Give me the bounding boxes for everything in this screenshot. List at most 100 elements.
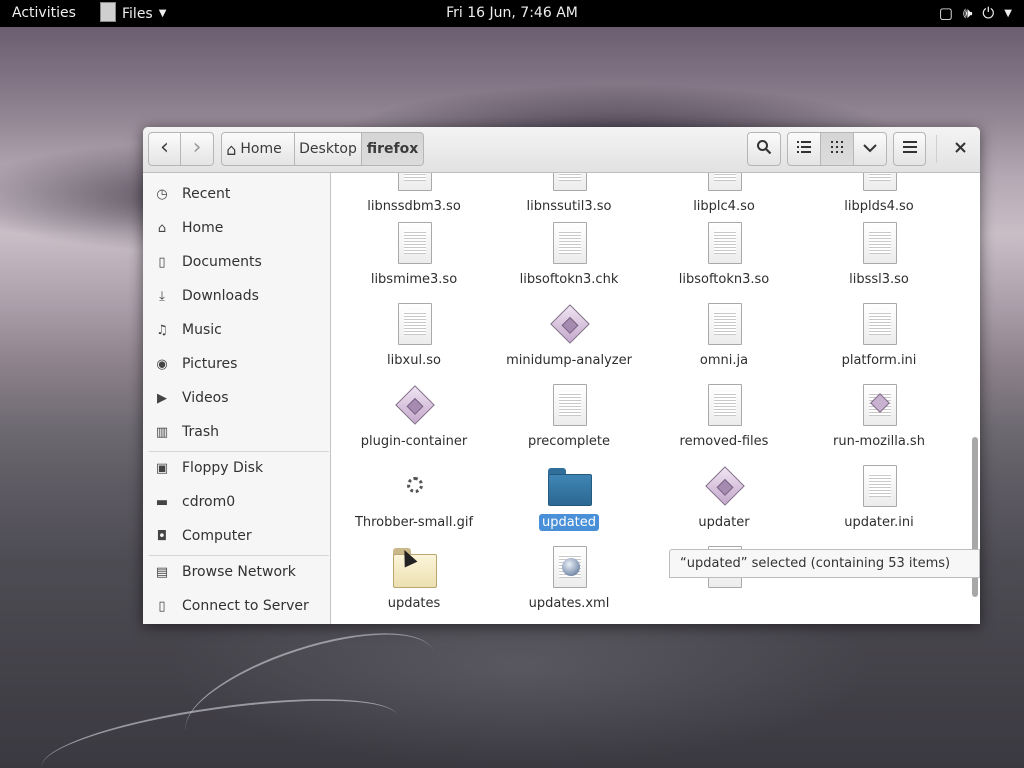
network-icon: ▤ <box>155 564 169 580</box>
executable-icon <box>545 301 593 349</box>
home-icon: ⌂ <box>226 139 237 159</box>
executable-icon-part <box>395 385 435 425</box>
sidebar-item-pictures[interactable]: ◉ Pictures <box>143 349 330 379</box>
sidebar-item-documents[interactable]: ▯ Documents <box>143 247 330 277</box>
sidebar-item-connect-to-server[interactable]: ▯ Connect to Server <box>143 591 330 621</box>
sidebar-item-home[interactable]: ⌂ Home <box>143 213 330 243</box>
activities-button[interactable]: Activities <box>12 5 76 21</box>
document-icon <box>390 220 438 268</box>
file-item[interactable]: run-mozilla.sh <box>804 382 954 450</box>
sidebar-item-cdrom0[interactable]: ▬ cdrom0 <box>143 487 330 517</box>
system-status-area[interactable]: ▢ 🕪 ⏻ ▼ <box>939 4 1012 22</box>
document-icon <box>855 301 903 349</box>
file-item[interactable]: libsoftokn3.chk <box>494 220 644 288</box>
breadcrumb-home[interactable]: ⌂ Home <box>221 132 295 166</box>
file-name: libplds4.so <box>844 199 914 214</box>
sidebar-item-videos[interactable]: ▶ Videos <box>143 383 330 413</box>
search-button[interactable] <box>747 132 781 166</box>
menu-button[interactable] <box>893 132 926 166</box>
back-button[interactable]: ‹ <box>148 132 181 166</box>
chevron-down-icon: ▼ <box>158 8 167 19</box>
document-icon-part <box>398 222 432 264</box>
sidebar-item-downloads[interactable]: ⤓ Downloads <box>143 281 330 311</box>
top-bar: Activities Files ▼ Fri 16 Jun, 7:46 AM ▢… <box>0 0 1024 27</box>
file-name: run-mozilla.sh <box>833 434 925 449</box>
sidebar-item-computer[interactable]: ◘ Computer <box>143 521 330 551</box>
sidebar-item-trash[interactable]: ▥ Trash <box>143 417 330 447</box>
header-bar: ‹ › ⌂ Home Desktop firefox <box>143 127 980 173</box>
breadcrumb-firefox[interactable]: firefox <box>362 132 424 166</box>
document-icon <box>700 382 748 430</box>
file-item[interactable]: Throbber-small.gif <box>339 463 489 531</box>
file-item[interactable]: precomplete <box>494 382 644 450</box>
forward-arrow-icon: › <box>192 134 202 160</box>
file-item[interactable]: removed-files <box>649 382 799 450</box>
file-name: libxul.so <box>387 353 441 368</box>
document-icon-part <box>708 173 742 191</box>
close-button[interactable] <box>943 132 977 166</box>
header-separator <box>936 135 937 163</box>
file-item[interactable]: libplds4.so <box>804 173 954 215</box>
list-view-icon <box>797 141 811 157</box>
file-name: libsoftokn3.chk <box>519 272 619 287</box>
file-item[interactable]: platform.ini <box>804 301 954 369</box>
breadcrumb-label: firefox <box>366 141 419 157</box>
document-icon <box>700 301 748 349</box>
file-item[interactable]: libplc4.so <box>649 173 799 215</box>
file-item[interactable]: libsoftokn3.so <box>649 220 799 288</box>
throbber-icon-part <box>407 477 423 493</box>
executable-icon-part <box>705 466 745 506</box>
computer-icon: ◘ <box>156 528 168 544</box>
sidebar-item-label: Connect to Server <box>182 598 309 614</box>
file-name: updated <box>538 514 600 531</box>
list-view-button[interactable] <box>787 132 821 166</box>
forward-button[interactable]: › <box>181 132 214 166</box>
file-name: updates <box>387 596 441 611</box>
file-item[interactable]: libxul.so <box>339 301 489 369</box>
sidebar-item-music[interactable]: ♫ Music <box>143 315 330 345</box>
file-name: platform.ini <box>841 353 917 368</box>
throbber-icon <box>390 463 438 511</box>
file-item[interactable]: minidump-analyzer <box>494 301 644 369</box>
document-icon-part <box>398 303 432 345</box>
document-icon <box>855 173 903 195</box>
file-name: minidump-analyzer <box>506 353 632 368</box>
sidebar-item-label: Browse Network <box>182 564 296 580</box>
document-icon-part <box>863 303 897 345</box>
app-menu[interactable]: Files ▼ <box>100 2 167 22</box>
file-item[interactable]: plugin-container <box>339 382 489 450</box>
sidebar-item-floppy-disk[interactable]: ▣ Floppy Disk <box>143 453 330 483</box>
document-icon <box>855 220 903 268</box>
file-item[interactable]: updates.xml <box>494 544 644 612</box>
file-item[interactable]: libsmime3.so <box>339 220 489 288</box>
view-options-button[interactable] <box>854 132 887 166</box>
music-icon: ♫ <box>156 322 168 338</box>
file-item[interactable]: libssl3.so <box>804 220 954 288</box>
file-name: omni.ja <box>699 353 749 368</box>
sidebar-item-recent[interactable]: ◷ Recent <box>143 179 330 209</box>
files-window: ‹ › ⌂ Home Desktop firefox ◷ Recent ⌂ Ho… <box>143 127 980 624</box>
sidebar-item-browse-network[interactable]: ▤ Browse Network <box>143 557 330 587</box>
file-name: libsmime3.so <box>370 272 458 287</box>
sidebar-item-label: Recent <box>182 186 231 202</box>
file-name: libnssdbm3.so <box>367 199 461 214</box>
grid-view-button[interactable] <box>821 132 854 166</box>
breadcrumb-desktop[interactable]: Desktop <box>295 132 362 166</box>
file-name: libssl3.so <box>849 272 909 287</box>
sidebar-item-label: Pictures <box>182 356 238 372</box>
home-icon: ⌂ <box>157 220 167 236</box>
file-item[interactable]: omni.ja <box>649 301 799 369</box>
status-text: “updated” selected (containing 53 items) <box>680 556 951 571</box>
clock[interactable]: Fri 16 Jun, 7:46 AM <box>446 5 578 21</box>
file-name: plugin-container <box>360 434 468 449</box>
document-icon-part <box>863 465 897 507</box>
file-name: Throbber-small.gif <box>354 515 474 530</box>
file-item[interactable]: libnssdbm3.so <box>339 173 489 215</box>
search-icon <box>756 139 772 159</box>
floppy-icon: ▣ <box>155 460 169 476</box>
folder-item[interactable]: updated <box>494 463 644 531</box>
file-item[interactable]: updater <box>649 463 799 531</box>
file-item[interactable]: updater.ini <box>804 463 954 531</box>
power-icon: ⏻ <box>982 4 995 22</box>
file-item[interactable]: libnssutil3.so <box>494 173 644 215</box>
